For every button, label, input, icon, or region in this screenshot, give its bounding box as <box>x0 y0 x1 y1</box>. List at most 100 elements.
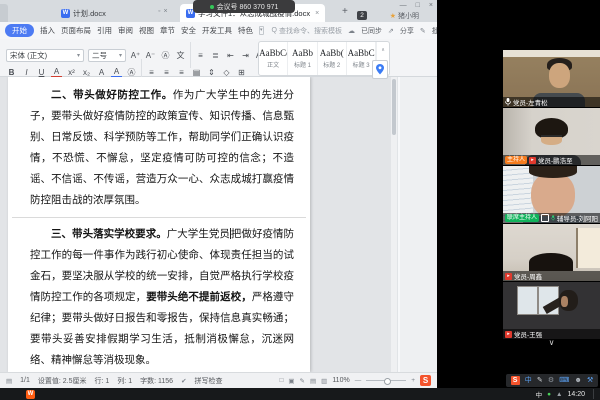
window-background <box>576 228 600 268</box>
menu-security[interactable]: 安全 <box>181 25 196 36</box>
align-right-button[interactable]: ≡ <box>176 68 187 77</box>
wps-taskbar-icon[interactable]: W <box>26 390 35 399</box>
menu-view[interactable]: 视图 <box>139 25 154 36</box>
minimize-button[interactable]: — <box>400 2 407 9</box>
settings-gear-icon[interactable]: ⚙ <box>548 376 554 385</box>
document-page[interactable]: 二、带头做好防控工作。作为广大学生中的先进分子，要带头做好疫情防控的政策宣传、知… <box>8 77 310 372</box>
menu-dev-tools[interactable]: 开发工具 <box>202 25 232 36</box>
view-web-icon[interactable]: ▤ <box>310 377 316 385</box>
participant-figure <box>561 296 568 307</box>
chinese-mode-icon[interactable]: 中 <box>525 376 532 385</box>
tab-plan-docx[interactable]: W 计划.docx <box>55 4 112 22</box>
view-outline-icon[interactable]: ▥ <box>321 377 327 385</box>
menu-home[interactable]: 开始 <box>5 24 34 37</box>
sogou-logo-icon[interactable]: S <box>511 376 520 385</box>
video-tile-participant-2[interactable]: 主持人 ▸ 党员-鹏浩至 <box>503 108 600 165</box>
zoom-percent[interactable]: 110% <box>332 377 349 384</box>
video-tile-participant-4[interactable]: ▸ 党员-周鑫 <box>503 224 600 281</box>
punctuation-icon[interactable]: ✎ <box>537 376 543 385</box>
menu-references[interactable]: 引用 <box>97 25 112 36</box>
video-tile-participant-3[interactable]: 联席主持人 辅导员-刘阿阳 <box>503 166 600 223</box>
window-frame <box>537 286 539 315</box>
locate-pin-button[interactable] <box>372 60 388 79</box>
table-borders-button[interactable]: ⊞ <box>236 68 247 77</box>
clock[interactable]: 14:20 <box>567 391 585 398</box>
strikethrough-button[interactable]: A <box>51 67 62 78</box>
command-search[interactable]: Q 查找命令、搜索模板 <box>272 26 342 36</box>
line-spacing-button[interactable]: ⇕ <box>206 68 217 77</box>
style-sample: AaBbCcDd <box>259 48 287 58</box>
zoom-in-button[interactable]: + <box>411 377 415 384</box>
notification-badge[interactable]: 2 <box>357 11 367 20</box>
participant-label: 主持人 ▸ 党员-鹏浩至 <box>503 155 600 165</box>
keyboard-icon[interactable]: ⌨ <box>559 376 569 385</box>
collapse-participants-button[interactable]: ∨ <box>503 339 600 348</box>
account-name: 猪小明 <box>398 11 419 21</box>
zoom-slider-knob[interactable] <box>384 378 391 385</box>
tray-status-icon[interactable]: ● <box>547 391 551 398</box>
participant-label: 联席主持人 辅导员-刘阿阳 <box>503 213 600 223</box>
style-name: 标题 2 <box>323 60 340 69</box>
underline-button[interactable]: U <box>36 68 47 77</box>
subscript-button[interactable]: x₂ <box>81 68 92 77</box>
menu-more-dropdown-icon[interactable]: ▾ <box>259 26 264 35</box>
view-fullscreen-icon[interactable]: □ <box>279 377 283 384</box>
synced-label[interactable]: 已同步 <box>361 26 382 36</box>
character-border-button[interactable]: Ⓐ <box>126 67 137 78</box>
paragraph-2: 二、带头做好防控工作。作为广大学生中的先进分子，要带头做好疫情防控的政策宣传、知… <box>30 85 294 211</box>
menu-page-layout[interactable]: 页面布局 <box>61 25 91 36</box>
style-heading2[interactable]: AaBb( 标题 2 <box>318 42 347 75</box>
sogou-input-icon[interactable]: S <box>420 375 431 386</box>
profile-icon[interactable]: ☻ <box>575 376 582 385</box>
style-normal[interactable]: AaBbCcDd 正文 <box>259 42 288 75</box>
input-language-indicator[interactable]: 中 <box>536 389 543 399</box>
style-sample: AaBb <box>292 48 313 58</box>
bold-run: 要带头绝不提前返校， <box>146 292 252 303</box>
close-button[interactable]: × <box>429 2 433 9</box>
style-heading1[interactable]: AaBb 标题 1 <box>288 42 317 75</box>
tray-expand-icon[interactable]: ▲ <box>556 391 562 398</box>
show-desktop-button[interactable] <box>593 389 596 399</box>
side-tools-panel: ⋯ ✎ ▷ ◎ <box>397 77 400 372</box>
align-center-button[interactable]: ≡ <box>161 68 172 77</box>
highlight-button[interactable]: A <box>96 68 107 77</box>
menu-insert[interactable]: 插入 <box>40 25 55 36</box>
superscript-button[interactable]: x² <box>66 68 77 77</box>
account-entry[interactable]: ★ 猪小明 <box>390 11 419 21</box>
document-canvas: 二、带头做好防控工作。作为广大学生中的先进分子，要带头做好疫情防控的政策宣传、知… <box>0 77 400 372</box>
zoom-slider[interactable] <box>366 380 406 381</box>
close-icon[interactable]: × <box>163 8 170 15</box>
justify-button[interactable]: ▤ <box>191 68 202 77</box>
view-edit-icon[interactable]: ✎ <box>300 377 305 385</box>
italic-button[interactable]: I <box>21 68 32 77</box>
font-color-button[interactable]: A <box>111 67 122 78</box>
scroll-up-icon[interactable]: ∧ <box>381 47 385 53</box>
live-dot-icon <box>210 5 214 9</box>
view-print-layout-icon[interactable]: ▣ <box>288 377 294 385</box>
partial-tab[interactable] <box>0 4 8 22</box>
participant-name: 党员-鹏浩至 <box>538 155 573 165</box>
spellcheck-toggle[interactable]: 拼写检查 <box>195 376 223 386</box>
align-left-button[interactable]: ≡ <box>146 68 157 77</box>
menu-special[interactable]: 特色 <box>238 25 253 36</box>
video-tile-participant-1[interactable]: 党员-左青松 <box>503 50 600 107</box>
menu-review[interactable]: 审阅 <box>118 25 133 36</box>
toolbox-icon[interactable]: ⚒ <box>587 376 593 385</box>
share-button[interactable]: 分享 <box>400 26 414 36</box>
bold-button[interactable]: B <box>6 68 17 77</box>
participant-name: 党员-左青松 <box>513 97 548 107</box>
tab-hover-controls[interactable]: ◦× <box>158 8 171 15</box>
shading-button[interactable]: ◇ <box>221 68 232 77</box>
word-count[interactable]: 字数: 1156 <box>140 376 173 386</box>
video-tile-participant-5[interactable]: ▸ 党员-王强 <box>503 282 600 339</box>
menu-section[interactable]: 章节 <box>160 25 175 36</box>
maximize-button[interactable]: □ <box>416 2 420 9</box>
tab-label: 计划.docx <box>73 8 106 19</box>
zoom-out-button[interactable]: — <box>355 377 362 384</box>
participant-figure <box>529 253 573 271</box>
close-icon[interactable]: × <box>315 10 319 17</box>
new-tab-button[interactable]: + <box>342 6 348 17</box>
scrollbar-thumb[interactable] <box>392 79 396 135</box>
member-icon: ★ <box>390 12 396 20</box>
microphone-icon <box>505 98 511 106</box>
